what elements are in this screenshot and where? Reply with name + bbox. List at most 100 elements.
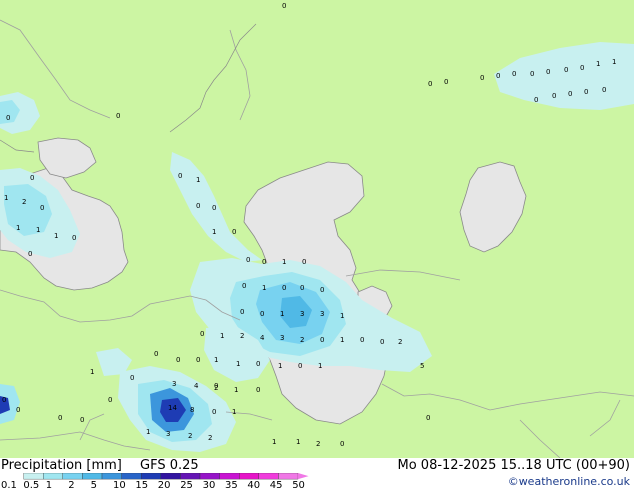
color-scale-swatch [160,473,181,480]
value-label: 3 [280,334,284,342]
value-label: 1 [212,228,216,236]
value-label: 0 [58,414,62,422]
value-label: 2 [188,432,192,440]
value-label: 0 [512,70,516,78]
color-scale-label: 1 [45,480,53,491]
value-label: 0 [196,356,200,364]
credit-link[interactable]: ©weatheronline.co.uk [508,475,630,488]
value-label: 0 [340,440,344,448]
value-label: 1 [16,224,20,232]
color-scale-bar [23,473,309,480]
value-label: 1 [280,310,284,318]
value-label: 1 [36,226,40,234]
model-name: GFS 0.25 [140,458,199,473]
precipitation-map: 0 0 0 0 0 0 0 0 1 1 0 0 0 1 0 0 0 0 0 0 … [0,0,634,458]
value-label: 0 [480,74,484,82]
value-label: 0 [246,256,250,264]
value-label: 0 [256,386,260,394]
value-label: 0 [580,64,584,72]
value-label: 1 [220,332,224,340]
color-scale-label: 40 [247,480,261,491]
value-label: 0 [240,308,244,316]
value-label: 5 [420,362,424,370]
value-label: 0 [530,70,534,78]
color-scale-label: 35 [225,480,238,491]
value-label: 1 [272,438,276,446]
value-label: 1 [90,368,94,376]
value-label: 2 [240,332,244,340]
color-scale-label: 30 [202,480,216,491]
value-label: 1 [4,194,8,202]
color-scale-label: 45 [269,480,283,491]
value-label: 1 [340,336,344,344]
value-label: 0 [72,234,76,242]
value-label: 1 [54,232,58,240]
value-label: 4 [194,382,199,390]
value-label: 0 [428,80,432,88]
color-scale-swatch [43,473,63,480]
value-label: 8 [190,406,194,414]
value-label: 0 [282,2,286,10]
value-label: 1 [232,408,236,416]
color-scale-swatch [239,473,259,480]
value-label: 2 [398,338,402,346]
color-scale-label: 5 [90,480,97,491]
value-label: 0 [602,86,606,94]
value-label: 0 [564,66,568,74]
value-label: 0 [6,114,10,122]
value-label: 3 [320,310,324,318]
value-label: 0 [130,374,134,382]
value-label: 0 [256,360,260,368]
color-scale-label: 25 [180,480,193,491]
value-label: 1 [318,362,322,370]
color-scale-label: 50 [292,480,305,491]
color-scale-swatch [62,473,83,480]
value-label: 2 [316,440,320,448]
color-scale-arrow [298,473,309,480]
value-label: 0 [116,112,120,120]
value-label: 1 [612,58,616,66]
value-label: 0 [178,172,182,180]
color-scale-label: 2 [68,480,75,491]
value-label: 0 [196,202,200,210]
value-label: 0 [16,406,20,414]
color-scale-swatch [141,473,161,480]
value-label: 0 [444,78,448,86]
value-label: 0 [176,356,180,364]
value-label: 0 [262,258,266,266]
value-label: 0 [496,72,500,80]
value-label: 0 [320,336,324,344]
color-scale-swatch [258,473,279,480]
value-label: 14 [168,404,177,412]
value-label: 0 [320,286,324,294]
value-label: 1 [146,428,150,436]
value-label: 3 [300,310,304,318]
value-label: 1 [196,176,200,184]
footer: Precipitation [mm] GFS 0.25 Mo 08-12-202… [0,458,634,491]
value-label: 0 [232,228,236,236]
value-label: 0 [380,338,384,346]
value-label: 0 [534,96,538,104]
value-label: 0 [546,68,550,76]
color-scale-swatch [82,473,103,480]
color-scale-swatch [101,473,122,480]
value-label: 1 [234,386,238,394]
value-label: 3 [166,430,170,438]
value-label: 0 [212,408,216,416]
forecast-datetime: Mo 08-12-2025 15..18 UTC (00+90) [397,458,631,473]
value-label: 4 [260,334,265,342]
color-scale-swatch [219,473,240,480]
value-label: 2 [208,434,212,442]
value-label: 0 [300,284,304,292]
map-title: Precipitation [mm] [1,458,122,473]
value-label: 3 [172,380,176,388]
color-scale-swatch [23,473,44,480]
value-label: 0 [298,362,302,370]
color-scale-label: 0.5 [23,480,40,491]
value-label: 0 [242,282,246,290]
value-label: 1 [282,258,286,266]
color-scale-swatch [199,473,220,480]
color-scale-label: 15 [135,480,149,491]
value-label: 0 [302,258,306,266]
value-label: 1 [262,284,266,292]
